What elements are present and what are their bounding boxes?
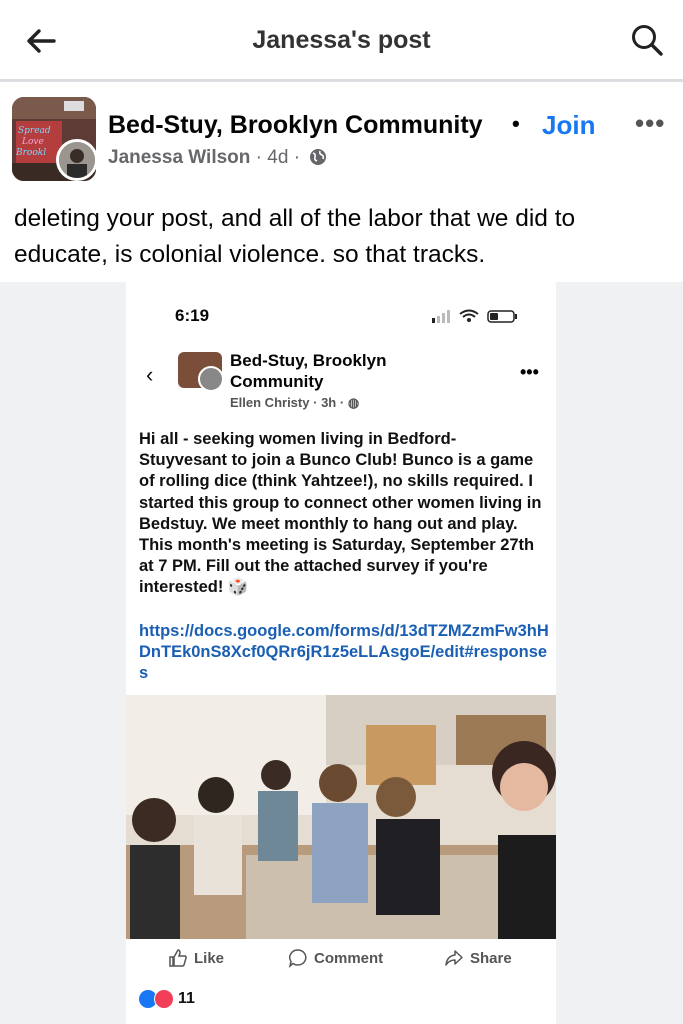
inner-globe-icon: ◍ [347,395,360,410]
more-options-button[interactable]: ••• [635,108,665,139]
group-photo [126,695,556,939]
globe-icon [310,149,327,165]
svg-text:Spread: Spread [18,126,51,136]
post-meta: Janessa Wilson · 4d · [108,147,327,169]
top-bar: Janessa's post [0,0,683,82]
inner-action-bar: Like Comment Share [126,944,556,974]
love-reaction-icon [154,989,174,1009]
post-image[interactable]: 6:19 ‹ Bed-Stuy, Brooklyn Community Elle… [0,282,683,1024]
inner-author-avatar [198,366,224,392]
inner-reactions: 11 [138,989,195,1009]
inner-post-text: Hi all - seeking women living in Bedford… [139,430,542,597]
separator-dot: • [512,111,520,136]
inner-more-options-icon: ••• [520,362,539,382]
join-button[interactable]: Join [542,110,595,141]
inner-reaction-count: 11 [178,990,195,1007]
inner-meta-separator: · [313,395,318,410]
inner-comment-label: Comment [314,949,384,967]
share-icon [445,950,463,966]
author-name-link[interactable]: Janessa Wilson [108,147,250,168]
inner-share-action: Share [444,948,512,968]
post-time[interactable]: 4d [267,147,288,168]
status-time: 6:19 [175,306,210,325]
inner-author-name: Ellen Christy [230,395,310,410]
inner-post-time: 3h [321,395,337,410]
inner-like-action: Like [168,948,224,968]
inner-post-meta: Ellen Christy · 3h · ◍ [230,395,359,411]
group-photo-image [126,695,556,939]
inner-like-label: Like [194,949,225,967]
comment-icon [288,949,307,968]
page-title: Janessa's post [252,26,431,54]
search-icon[interactable] [629,22,665,58]
status-bar-icons [432,309,517,323]
embedded-screenshot: 6:19 ‹ Bed-Stuy, Brooklyn Community Elle… [126,282,556,1024]
inner-comment-action: Comment [288,948,383,968]
meta-separator: · [293,147,301,168]
inner-survey-link: https://docs.google.com/forms/d/13dTZMZz… [139,622,549,683]
inner-back-icon: ‹ [146,362,154,387]
inner-meta-separator: · [339,395,345,410]
thumbs-up-icon [169,949,187,967]
inner-share-label: Share [470,949,512,967]
group-name-link[interactable]: Bed-Stuy, Brooklyn Community [108,111,483,140]
author-avatar-image [59,142,95,178]
post-header: Spread Love Brookl Bed-Stuy, Brooklyn Co… [0,88,683,188]
svg-text:Love: Love [21,137,44,147]
inner-group-name: Bed-Stuy, Brooklyn Community [230,351,387,391]
post-text: deleting your post, and all of the labor… [14,205,576,268]
meta-separator: · [255,147,262,168]
svg-text:Brookl: Brookl [15,148,46,158]
author-avatar[interactable] [56,139,98,181]
